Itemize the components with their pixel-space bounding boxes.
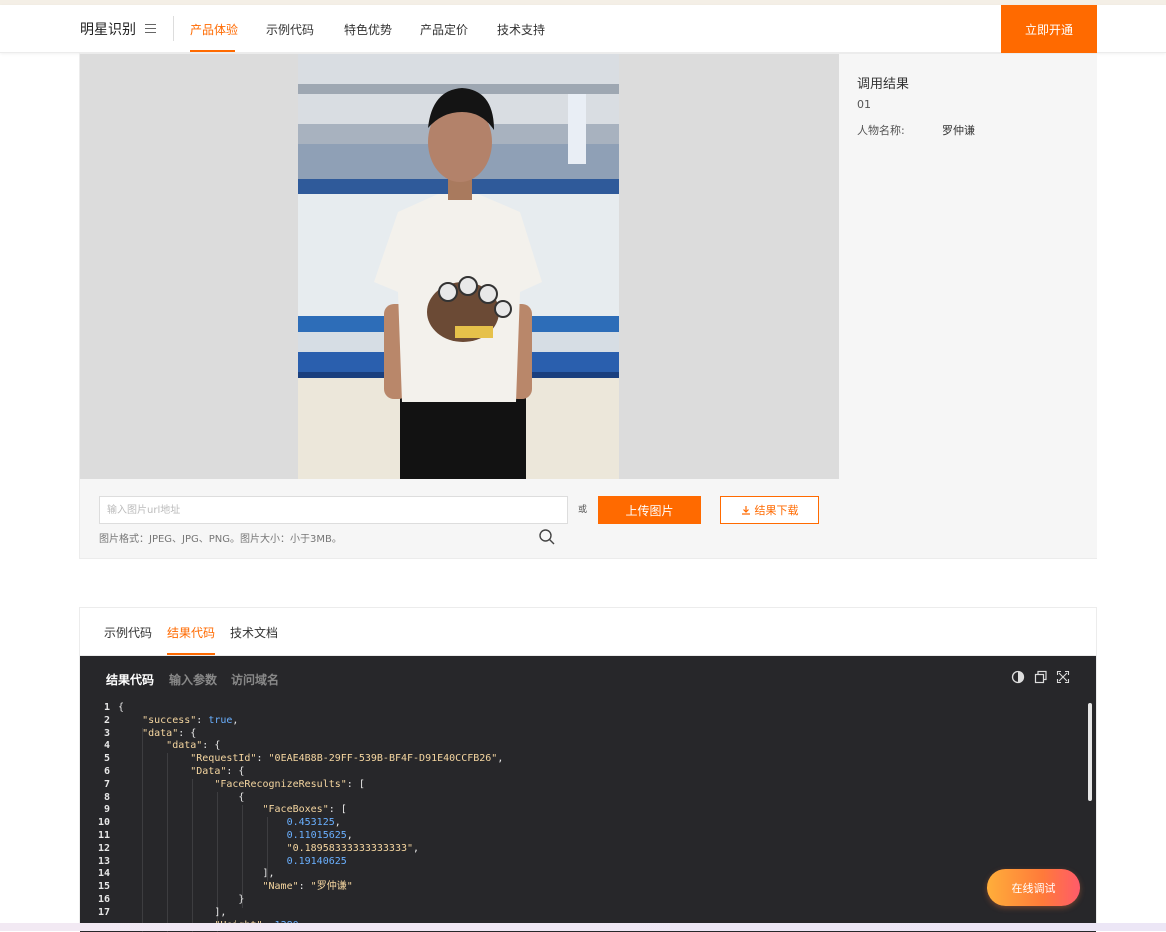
product-title: 明星识别 <box>80 22 136 38</box>
nav-features[interactable]: 特色优势 <box>344 21 392 38</box>
code-line: 0.453125, <box>286 817 341 829</box>
code-line: 0.11015625, <box>286 829 353 841</box>
activate-now-button[interactable]: 立即开通 <box>1001 5 1097 53</box>
line-number: 14 <box>97 868 110 880</box>
code-line: "0.18958333333333333", <box>286 842 420 854</box>
line-number: 15 <box>97 881 110 893</box>
code-line: "FaceBoxes": [ <box>262 804 347 816</box>
format-hint: 图片格式：JPEG、JPG、PNG。图片大小：小于3MB。 <box>99 534 342 545</box>
code-line: ], <box>262 868 275 880</box>
line-number: 10 <box>97 817 110 829</box>
person-name-value: 罗仲谦 <box>942 124 975 137</box>
result-title: 调用结果 <box>857 77 910 92</box>
code-line: 0.19140625 <box>286 855 347 867</box>
code-line: } <box>238 893 245 905</box>
code-line: "RequestId": "0EAE4B8B-29FF-539B-BF4F-D9… <box>190 753 504 765</box>
line-number: 8 <box>103 791 110 803</box>
line-number: 7 <box>103 778 110 790</box>
bottom-strip <box>0 923 1166 931</box>
person-name-label: 人物名称: <box>857 124 905 137</box>
download-result-button[interactable]: 结果下载 <box>720 496 819 524</box>
nav-pricing[interactable]: 产品定价 <box>420 21 468 38</box>
editor-tab-endpoint[interactable]: 访问域名 <box>231 671 279 688</box>
photo-illustration <box>298 54 619 479</box>
code-line: "Name": "罗仲谦" <box>262 881 353 893</box>
line-number: 2 <box>103 714 110 726</box>
line-number: 5 <box>103 753 110 765</box>
nav-support[interactable]: 技术支持 <box>497 21 545 38</box>
line-number: 13 <box>97 855 110 867</box>
or-label: 或 <box>578 505 588 515</box>
code-line: "FaceRecognizeResults": [ <box>214 778 365 790</box>
code-line: { <box>118 702 125 713</box>
header-divider <box>173 16 174 41</box>
tab-sample-code[interactable]: 示例代码 <box>104 624 152 641</box>
tab-tech-docs[interactable]: 技术文档 <box>230 624 278 641</box>
line-number: 11 <box>97 829 110 841</box>
code-line: "success": true, <box>142 714 239 726</box>
result-panel: 调用结果 01 人物名称: 罗仲谦 <box>839 54 1097 558</box>
editor-scrollbar[interactable] <box>1088 703 1092 801</box>
code-tab-active-indicator <box>167 653 215 655</box>
line-number: 6 <box>103 765 110 777</box>
uploaded-photo <box>298 54 619 479</box>
code-line: { <box>238 791 245 803</box>
nav-sample-code[interactable]: 示例代码 <box>266 21 314 38</box>
image-preview-area <box>80 54 839 479</box>
menu-icon[interactable] <box>145 24 156 34</box>
line-number: 3 <box>103 727 110 739</box>
line-number: 12 <box>97 842 110 854</box>
result-index: 01 <box>857 98 871 111</box>
nav-product-experience[interactable]: 产品体验 <box>190 21 238 38</box>
experience-panel: 或 上传图片 结果下载 图片格式：JPEG、JPG、PNG。图片大小：小于3MB… <box>79 53 1097 559</box>
line-number-gutter: 1 2 3 4 5 6 7 8 9 10 11 12 13 14 15 16 1… <box>80 702 110 920</box>
code-line: "data": { <box>142 727 197 739</box>
download-icon <box>741 506 750 515</box>
upload-image-button[interactable]: 上传图片 <box>598 496 701 524</box>
editor-tab-input-params[interactable]: 输入参数 <box>169 671 217 688</box>
fullscreen-icon[interactable] <box>1056 670 1070 684</box>
code-line: "Data": { <box>190 765 245 777</box>
code-content: { "success": true, "data": { "data": { "… <box>118 702 1078 932</box>
code-line: "data": { <box>166 740 221 752</box>
line-number: 9 <box>103 804 110 816</box>
nav-active-indicator <box>190 50 235 52</box>
line-number: 4 <box>103 740 110 752</box>
code-tabs: 示例代码 结果代码 技术文档 <box>80 608 1096 656</box>
copy-icon[interactable] <box>1034 670 1048 684</box>
code-section: 示例代码 结果代码 技术文档 结果代码 输入参数 访问域名 1 2 3 4 5 … <box>79 607 1097 932</box>
search-icon[interactable] <box>538 528 556 546</box>
line-number: 1 <box>103 702 110 713</box>
image-url-input[interactable] <box>99 496 568 524</box>
code-editor[interactable]: 结果代码 输入参数 访问域名 1 2 3 4 5 6 7 8 9 10 11 1… <box>80 656 1096 932</box>
top-navbar: 明星识别 产品体验 示例代码 特色优势 产品定价 技术支持 立即开通 <box>0 5 1166 53</box>
download-result-label: 结果下载 <box>754 505 799 517</box>
online-debug-button[interactable]: 在线调试 <box>987 869 1080 906</box>
theme-toggle-icon[interactable] <box>1011 670 1025 684</box>
tab-result-code[interactable]: 结果代码 <box>167 624 215 641</box>
line-number: 16 <box>97 893 110 905</box>
line-number: 17 <box>97 906 110 918</box>
editor-tab-result-code[interactable]: 结果代码 <box>106 671 154 688</box>
code-line: ], <box>214 906 227 918</box>
